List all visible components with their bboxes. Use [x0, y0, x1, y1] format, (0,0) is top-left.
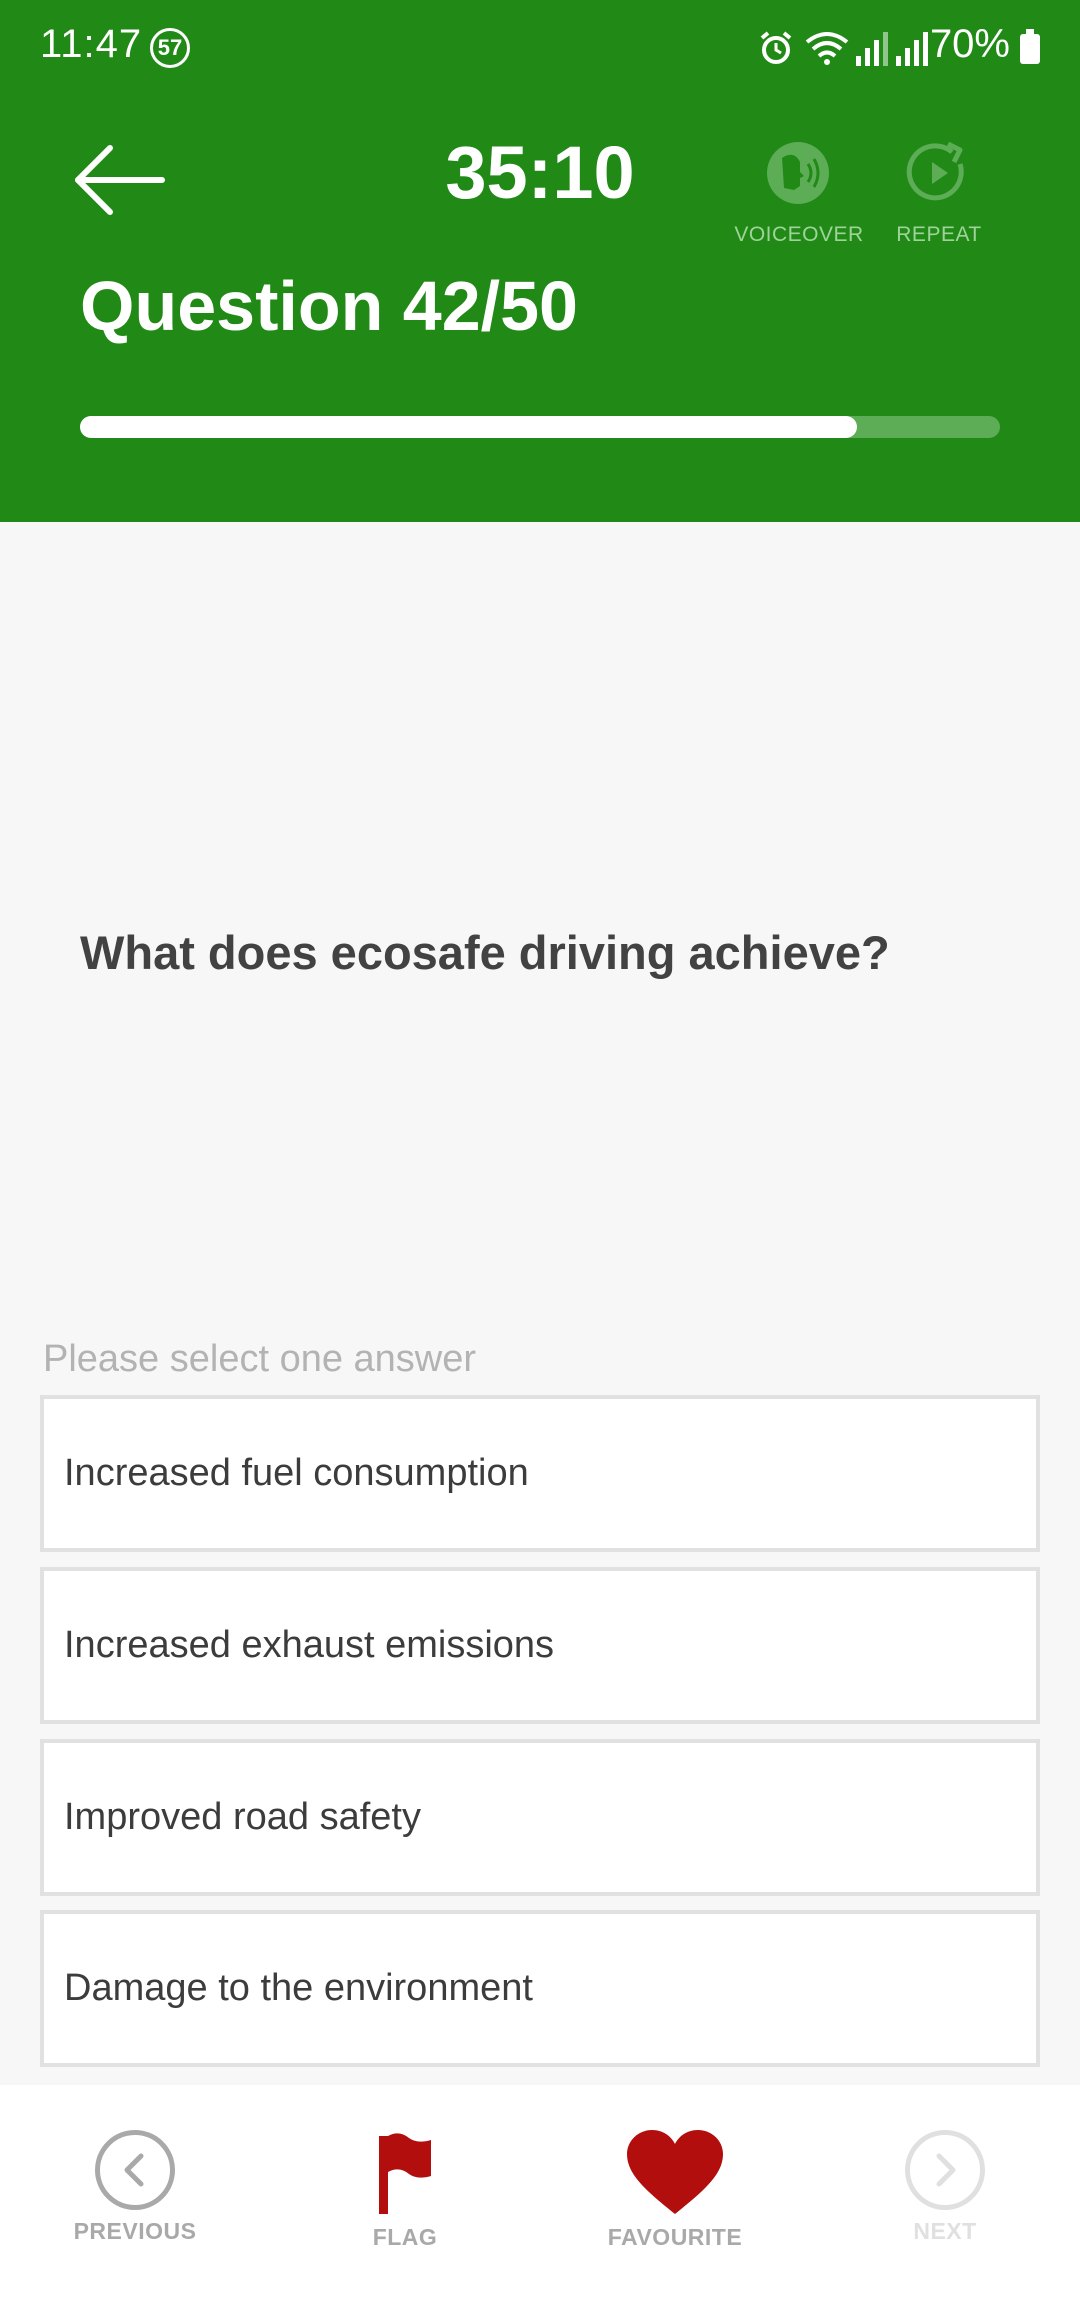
alarm-icon: [760, 31, 792, 64]
voiceover-icon: [767, 142, 829, 204]
favourite-button[interactable]: FAVOURITE: [575, 2130, 775, 2251]
battery-icon: [1020, 29, 1040, 64]
previous-button[interactable]: PREVIOUS: [35, 2130, 235, 2245]
countdown-timer: 35:10: [445, 131, 635, 214]
previous-icon: [95, 2130, 175, 2210]
wifi-icon: [805, 32, 849, 65]
flag-icon: [379, 2133, 431, 2214]
repeat-icon: [906, 141, 964, 201]
voiceover-label: VOICEOVER: [734, 223, 864, 246]
answer-instruction: Please select one answer: [43, 1338, 477, 1380]
next-label: NEXT: [913, 2218, 977, 2244]
next-button[interactable]: NEXT: [845, 2130, 1045, 2245]
previous-label: PREVIOUS: [73, 2218, 197, 2244]
question-progress-bar: [80, 416, 1000, 438]
answer-option-3[interactable]: Improved road safety: [40, 1739, 1040, 1896]
heart-icon: [627, 2130, 723, 2214]
flag-label: FLAG: [372, 2224, 438, 2250]
back-arrow-icon[interactable]: [70, 140, 170, 220]
header-bar: 11:47 57 70% 35:10 VOICEOVER REPEAT Ques…: [0, 0, 1080, 522]
repeat-label: REPEAT: [896, 223, 982, 246]
favourite-label: FAVOURITE: [607, 2224, 743, 2250]
question-text: What does ecosafe driving achieve?: [80, 926, 890, 979]
signal-icon: [856, 32, 888, 66]
question-counter: Question 42/50: [80, 267, 578, 345]
status-bar: 11:47 57 70%: [0, 0, 1080, 95]
repeat-button[interactable]: REPEAT: [869, 140, 1009, 247]
next-icon: [905, 2130, 985, 2210]
answer-option-4[interactable]: Damage to the environment: [40, 1910, 1040, 2067]
answer-option-2[interactable]: Increased exhaust emissions: [40, 1567, 1040, 1724]
voiceover-button[interactable]: VOICEOVER: [729, 140, 869, 247]
signal-icon: [896, 32, 928, 66]
answer-option-1[interactable]: Increased fuel consumption: [40, 1395, 1040, 1552]
notification-count-badge: 57: [150, 28, 190, 68]
battery-percentage: 70%: [929, 22, 1010, 66]
question-progress-fill: [80, 416, 858, 438]
status-time: 11:47: [40, 22, 143, 66]
flag-button[interactable]: FLAG: [305, 2130, 505, 2251]
